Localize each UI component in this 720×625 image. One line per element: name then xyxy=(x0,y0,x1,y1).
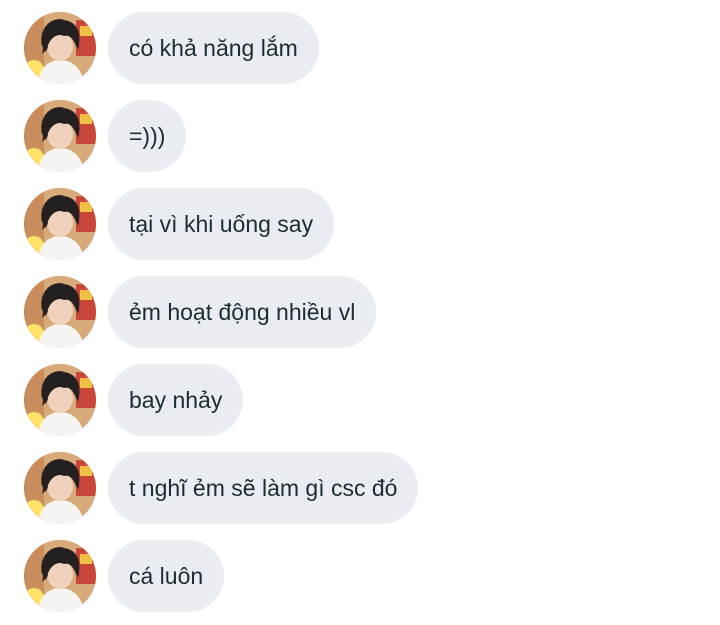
message-bubble[interactable]: ẻm hoạt động nhiều vl xyxy=(108,276,377,348)
avatar[interactable] xyxy=(24,540,96,612)
avatar-photo xyxy=(24,540,96,612)
message-bubble[interactable]: có khả năng lắm xyxy=(108,12,319,84)
message-row: bay nhảy xyxy=(0,364,720,436)
avatar[interactable] xyxy=(24,188,96,260)
message-row: tại vì khi uống say xyxy=(0,188,720,260)
message-row: cá luôn xyxy=(0,540,720,612)
avatar-photo xyxy=(24,188,96,260)
message-bubble[interactable]: tại vì khi uống say xyxy=(108,188,335,260)
message-row: t nghĩ ẻm sẽ làm gì csc đó xyxy=(0,452,720,524)
message-bubble[interactable]: t nghĩ ẻm sẽ làm gì csc đó xyxy=(108,452,419,524)
avatar[interactable] xyxy=(24,364,96,436)
avatar-photo xyxy=(24,276,96,348)
message-row: có khả năng lắm xyxy=(0,12,720,84)
avatar-photo xyxy=(24,12,96,84)
message-row: =))) xyxy=(0,100,720,172)
message-bubble[interactable]: =))) xyxy=(108,100,187,172)
message-bubble[interactable]: bay nhảy xyxy=(108,364,244,436)
avatar-photo xyxy=(24,364,96,436)
message-bubble[interactable]: cá luôn xyxy=(108,540,225,612)
avatar-photo xyxy=(24,452,96,524)
avatar[interactable] xyxy=(24,276,96,348)
avatar[interactable] xyxy=(24,100,96,172)
avatar-photo xyxy=(24,100,96,172)
avatar[interactable] xyxy=(24,452,96,524)
message-row: ẻm hoạt động nhiều vl xyxy=(0,276,720,348)
avatar[interactable] xyxy=(24,12,96,84)
message-thread: có khả năng lắm =))) tại vì khi uống say… xyxy=(0,0,720,625)
